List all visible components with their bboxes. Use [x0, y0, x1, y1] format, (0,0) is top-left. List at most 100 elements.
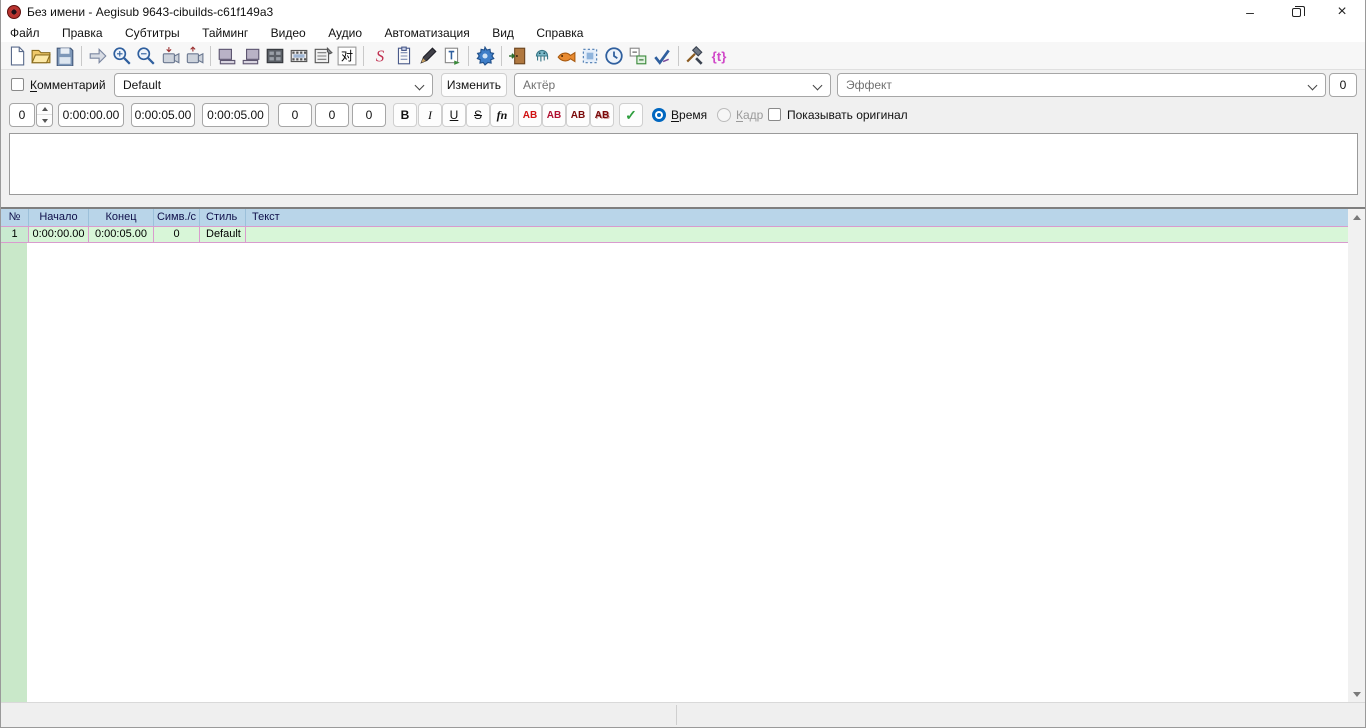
- zoom-out-icon[interactable]: [134, 43, 158, 69]
- shift-times-icon[interactable]: [602, 43, 626, 69]
- effect-combo[interactable]: [837, 73, 1326, 97]
- scrollbar-up-button[interactable]: [1348, 210, 1365, 225]
- menu-video[interactable]: Видео: [262, 24, 315, 42]
- spell-checker-icon[interactable]: [650, 43, 674, 69]
- toolbar-separator: [468, 45, 469, 66]
- menu-automation[interactable]: Автоматизация: [376, 24, 479, 42]
- chevron-down-icon: [414, 80, 425, 91]
- frame-mode-radio: [717, 108, 731, 122]
- bold-button[interactable]: B: [393, 103, 417, 127]
- scrollbar-down-button[interactable]: [1348, 687, 1365, 702]
- column-header-style: Стиль: [200, 209, 246, 226]
- style-select[interactable]: Default: [114, 73, 433, 97]
- status-bar: [1, 702, 1365, 727]
- menu-file[interactable]: Файл: [1, 24, 49, 42]
- row-text-cell[interactable]: [246, 227, 1350, 242]
- cps-counter: 0: [1329, 73, 1357, 97]
- up-arrow-icon: [41, 107, 48, 111]
- menu-subtitles[interactable]: Субтитры: [116, 24, 189, 42]
- subtitle-edit-panel: Комментарий Default Изменить 0 B I U S: [1, 70, 1365, 207]
- row-style-cell[interactable]: Default: [200, 227, 246, 242]
- row-cps-cell[interactable]: 0: [154, 227, 200, 242]
- end-time-field[interactable]: [131, 103, 195, 127]
- comment-checkbox[interactable]: [11, 78, 24, 91]
- translation-assistant-icon[interactable]: [554, 43, 578, 69]
- subtitle-grid: № Начало Конец Симв./с Стиль Текст 1 0:0…: [1, 207, 1365, 703]
- primary-color-button[interactable]: AB: [518, 103, 542, 127]
- row-start-cell[interactable]: 0:00:00.00: [29, 227, 89, 242]
- duration-field[interactable]: [202, 103, 269, 127]
- actor-input[interactable]: [515, 74, 830, 96]
- actor-combo[interactable]: [514, 73, 831, 97]
- shadow-color-button[interactable]: AB: [590, 103, 614, 127]
- margin-right-field[interactable]: [315, 103, 349, 127]
- resample-resolution-icon[interactable]: [506, 43, 530, 69]
- menu-bar: Файл Правка Субтитры Тайминг Видео Аудио…: [1, 24, 1365, 42]
- italic-button[interactable]: I: [418, 103, 442, 127]
- menu-help[interactable]: Справка: [527, 24, 592, 42]
- margin-left-field[interactable]: [278, 103, 312, 127]
- menu-audio[interactable]: Аудио: [319, 24, 371, 42]
- status-right: [677, 703, 1365, 727]
- shift-start-icon[interactable]: [215, 43, 239, 69]
- start-time-field[interactable]: [58, 103, 124, 127]
- close-button[interactable]: ×: [1319, 0, 1365, 24]
- grid-scrollbar[interactable]: [1348, 209, 1365, 703]
- menu-timing[interactable]: Тайминг: [193, 24, 257, 42]
- video-details-icon[interactable]: [263, 43, 287, 69]
- table-row[interactable]: 1 0:00:00.00 0:00:05.00 0 Default: [1, 226, 1350, 243]
- layer-field[interactable]: [9, 103, 35, 127]
- layer-stepper[interactable]: [36, 103, 53, 127]
- time-mode-radio[interactable]: [652, 108, 666, 122]
- stepper-down-button[interactable]: [37, 115, 52, 126]
- show-original-checkbox[interactable]: [768, 108, 781, 121]
- zoom-in-icon[interactable]: [110, 43, 134, 69]
- translate-assistant-icon[interactable]: [626, 43, 650, 69]
- jump-arrow-icon[interactable]: [86, 43, 110, 69]
- edit-style-button[interactable]: Изменить: [441, 73, 507, 97]
- commit-button[interactable]: ✓: [619, 103, 643, 127]
- secondary-color-button[interactable]: AB: [542, 103, 566, 127]
- grid-header: № Начало Конец Симв./с Стиль Текст: [1, 209, 1350, 226]
- comment-label: Комментарий: [30, 78, 106, 92]
- snap-end-to-video-icon[interactable]: [182, 43, 206, 69]
- strikeout-button[interactable]: S: [466, 103, 490, 127]
- svg-text:对: 对: [341, 49, 353, 63]
- row-number-cell[interactable]: 1: [1, 227, 29, 242]
- properties-icon[interactable]: [392, 43, 416, 69]
- storyboard-icon[interactable]: [311, 43, 335, 69]
- effect-input[interactable]: [838, 74, 1325, 96]
- font-face-button[interactable]: fn: [490, 103, 514, 127]
- snap-start-to-video-icon[interactable]: [158, 43, 182, 69]
- minimize-button[interactable]: –: [1227, 0, 1273, 24]
- attachments-icon[interactable]: [416, 43, 440, 69]
- frame-mode-label: Кадр: [736, 108, 764, 122]
- kanji-timer-icon[interactable]: 对: [335, 43, 359, 69]
- outline-color-button[interactable]: AB: [566, 103, 590, 127]
- karaoke-template-icon[interactable]: {t}: [707, 43, 731, 69]
- restore-button[interactable]: [1273, 0, 1319, 24]
- open-file-icon[interactable]: [29, 43, 53, 69]
- margin-vertical-field[interactable]: [352, 103, 386, 127]
- select-lines-icon[interactable]: [578, 43, 602, 69]
- subtitle-edit-box[interactable]: [9, 133, 1358, 195]
- menu-edit[interactable]: Правка: [53, 24, 112, 42]
- toolbar-separator: [501, 45, 502, 66]
- save-file-icon[interactable]: [53, 43, 77, 69]
- fonts-collector-icon[interactable]: [440, 43, 464, 69]
- menu-view[interactable]: Вид: [483, 24, 523, 42]
- automation-icon[interactable]: [473, 43, 497, 69]
- stepper-up-button[interactable]: [37, 104, 52, 115]
- shift-end-icon[interactable]: [239, 43, 263, 69]
- film-strip-icon[interactable]: [287, 43, 311, 69]
- column-header-start: Начало: [29, 209, 89, 226]
- configure-icon[interactable]: [683, 43, 707, 69]
- toolbar-separator: [81, 45, 82, 66]
- underline-button[interactable]: U: [442, 103, 466, 127]
- column-header-cps: Симв./с: [154, 209, 200, 226]
- new-file-icon[interactable]: [5, 43, 29, 69]
- visual-typesetting-icon[interactable]: [530, 43, 554, 69]
- toolbar-separator: [678, 45, 679, 66]
- styles-manager-icon[interactable]: S: [368, 43, 392, 69]
- row-end-cell[interactable]: 0:00:05.00: [89, 227, 154, 242]
